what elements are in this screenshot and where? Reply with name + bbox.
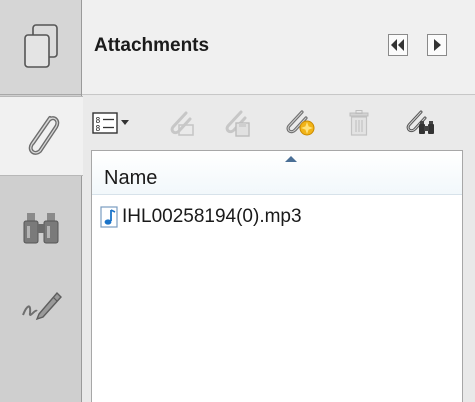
signature-pen-icon (21, 291, 62, 321)
binoculars-icon (23, 213, 58, 244)
open-attachment-button[interactable] (164, 108, 198, 138)
signatures-tab[interactable] (0, 270, 81, 340)
search-attachments-button[interactable] (402, 108, 438, 138)
list-options-icon: 8 8 (92, 112, 129, 134)
attachments-toolbar: 8 8 (82, 96, 475, 150)
navigation-rail (0, 0, 83, 402)
expand-panel-button[interactable] (427, 34, 447, 56)
list-item[interactable]: IHL00258194(0).mp3 (100, 203, 302, 231)
svg-text:8: 8 (96, 124, 101, 133)
pages-icon (23, 24, 58, 68)
save-attachment-icon (225, 110, 250, 137)
attachments-tab[interactable] (0, 96, 83, 176)
search-tab[interactable] (0, 194, 81, 264)
chevron-right-icon (434, 39, 441, 51)
double-chevron-left-icon (391, 39, 404, 51)
attachments-window: Attachments 8 8 Name IHL00258194(0).mp3 (0, 0, 475, 402)
trash-icon (349, 110, 369, 136)
attachments-panel: Attachments 8 8 Name IHL00258194(0).mp3 (82, 0, 475, 402)
open-attachment-icon (170, 111, 194, 136)
collapse-panel-button[interactable] (388, 34, 408, 56)
paperclip-icon (28, 116, 59, 155)
add-attachment-icon (286, 110, 315, 136)
attachment-file-name: IHL00258194(0).mp3 (122, 206, 302, 227)
pages-tab[interactable] (0, 0, 81, 95)
audio-file-icon (100, 206, 118, 228)
add-attachment-button[interactable] (282, 108, 318, 138)
search-attachments-icon (406, 110, 434, 134)
panel-title: Attachments (94, 35, 210, 56)
column-name-label: Name (104, 167, 158, 189)
save-attachment-button[interactable] (220, 108, 254, 138)
sort-ascending-icon (285, 156, 297, 162)
options-button[interactable]: 8 8 (90, 108, 134, 138)
attachments-list[interactable]: Name IHL00258194(0).mp3 (91, 150, 463, 402)
column-header-name[interactable]: Name (92, 151, 462, 195)
panel-header: Attachments (82, 0, 475, 95)
delete-attachment-button[interactable] (344, 108, 374, 138)
